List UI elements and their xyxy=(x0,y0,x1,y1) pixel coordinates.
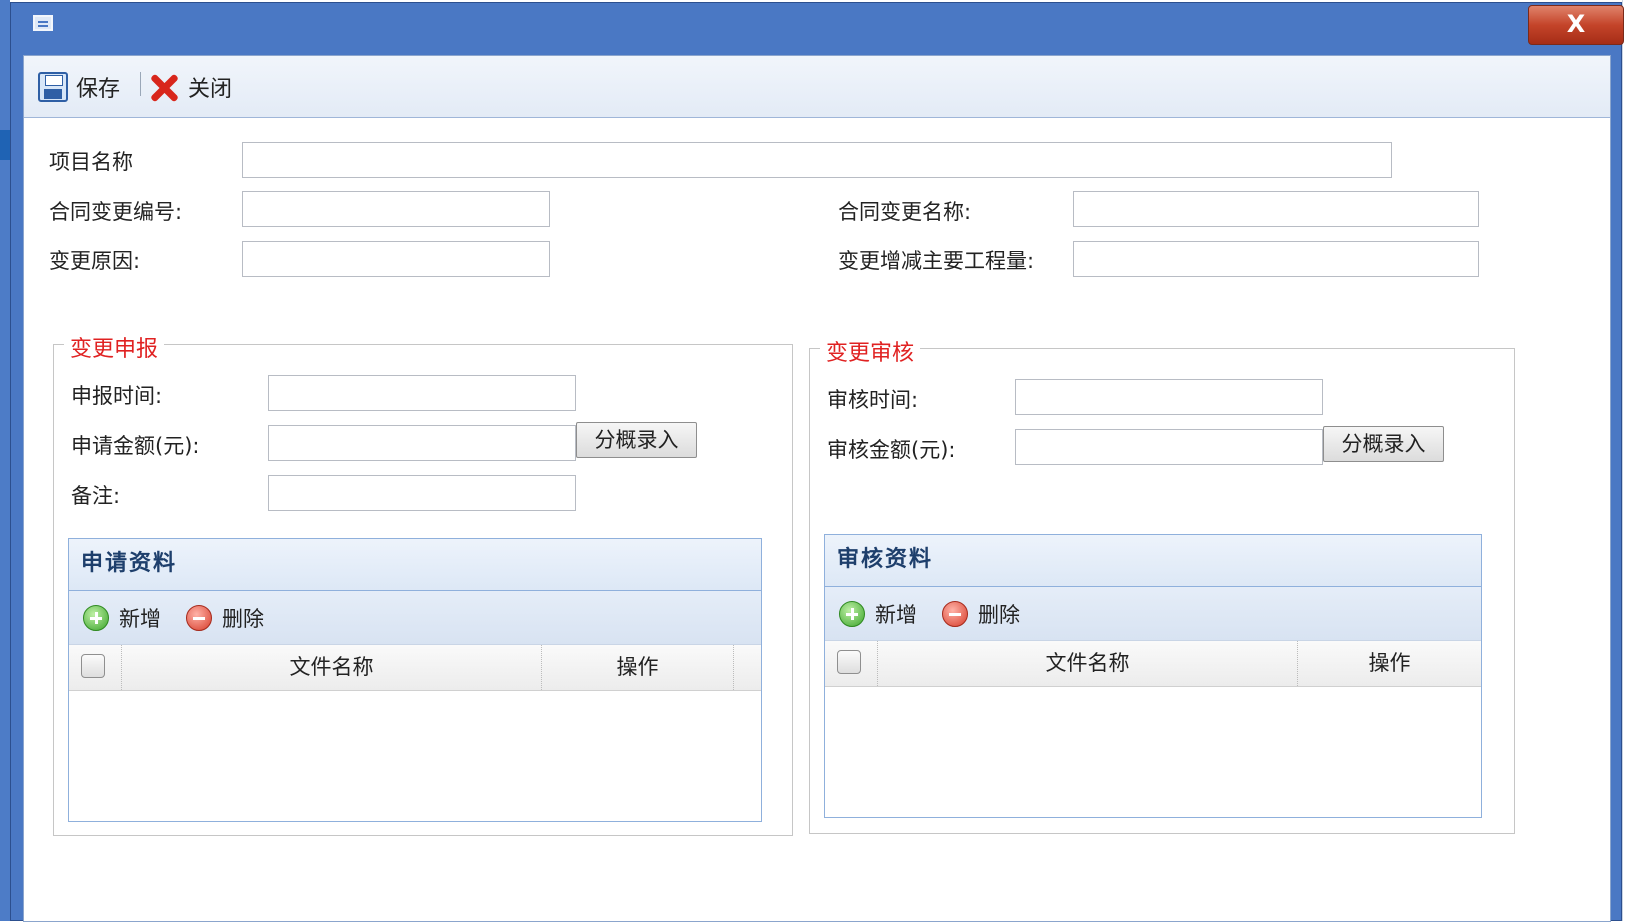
title-bar[interactable]: X xyxy=(11,3,1624,55)
project-name-input[interactable] xyxy=(242,142,1392,178)
apply-amount-input[interactable] xyxy=(268,425,576,461)
toolbar-separator xyxy=(140,72,141,96)
apply-select-all-checkbox[interactable] xyxy=(81,654,105,678)
save-button[interactable]: 保存 xyxy=(38,70,120,104)
apply-remark-label: 备注: xyxy=(71,484,121,508)
close-icon xyxy=(148,71,180,103)
change-no-label: 合同变更编号: xyxy=(49,200,183,224)
apply-amount-label: 申请金额(元): xyxy=(71,434,200,458)
review-legend: 变更审核 xyxy=(820,335,921,367)
apply-docs-panel: 申请资料 新增 删除 文件名称 操作 xyxy=(68,538,762,822)
review-delete-label: 删除 xyxy=(978,603,1020,627)
apply-time-input[interactable] xyxy=(268,375,576,411)
close-button[interactable]: 关闭 xyxy=(148,70,232,104)
add-icon xyxy=(83,605,109,631)
review-amount-label: 审核金额(元): xyxy=(827,438,956,462)
change-name-label: 合同变更名称: xyxy=(838,200,972,224)
window-close-button[interactable]: X xyxy=(1528,5,1624,45)
delete-icon xyxy=(186,605,212,631)
quantity-label: 变更增减主要工程量: xyxy=(838,249,1035,273)
apply-docs-toolbar: 新增 删除 xyxy=(69,591,761,645)
review-split-button[interactable]: 分概录入 xyxy=(1323,426,1444,462)
close-label: 关闭 xyxy=(188,77,233,102)
delete-icon xyxy=(942,601,968,627)
add-icon xyxy=(839,601,865,627)
review-add-label: 新增 xyxy=(875,603,917,627)
review-select-all-checkbox[interactable] xyxy=(837,650,861,674)
save-icon xyxy=(38,72,68,102)
review-docs-toolbar: 新增 删除 xyxy=(825,587,1481,641)
save-label: 保存 xyxy=(76,77,121,102)
review-col-action[interactable]: 操作 xyxy=(1297,641,1481,686)
apply-time-label: 申报时间: xyxy=(71,384,163,408)
apply-add-label: 新增 xyxy=(119,607,161,631)
apply-col-filename[interactable]: 文件名称 xyxy=(121,645,541,690)
background-right-strip xyxy=(1622,0,1650,921)
review-fieldset: 变更审核 审核时间: 审核金额(元): 分概录入 审核资料 新增 删除 文件名称… xyxy=(809,335,1515,834)
reason-input[interactable] xyxy=(242,241,550,277)
apply-grid-header: 文件名称 操作 xyxy=(69,645,761,691)
window-icon xyxy=(33,15,53,31)
close-x-icon: X xyxy=(1566,10,1586,38)
apply-col-action[interactable]: 操作 xyxy=(541,645,733,690)
apply-delete-button[interactable]: 删除 xyxy=(186,603,264,633)
review-amount-input[interactable] xyxy=(1015,429,1323,465)
apply-fieldset: 变更申报 申报时间: 申请金额(元): 分概录入 备注: 申请资料 新增 删除 xyxy=(53,331,793,836)
dialog-content: 保存 关闭 项目名称 合同变更编号: 合同变更名称: 变更原因: 变更增减主要工… xyxy=(23,55,1611,922)
review-time-label: 审核时间: xyxy=(827,388,919,412)
apply-col-spacer xyxy=(733,645,761,690)
apply-add-button[interactable]: 新增 xyxy=(83,603,161,633)
dialog-window: X 保存 关闭 项目名称 合同变更编号: 合同变更名称: 变更原因: 变更增减主… xyxy=(10,2,1624,922)
apply-split-button[interactable]: 分概录入 xyxy=(576,422,697,458)
background-left-strip xyxy=(0,0,10,921)
change-no-input[interactable] xyxy=(242,191,550,227)
review-delete-button[interactable]: 删除 xyxy=(942,599,1020,629)
review-time-input[interactable] xyxy=(1015,379,1323,415)
review-docs-panel: 审核资料 新增 删除 文件名称 操作 xyxy=(824,534,1482,818)
toolbar: 保存 关闭 xyxy=(24,56,1610,118)
project-name-label: 项目名称 xyxy=(49,150,133,174)
review-add-button[interactable]: 新增 xyxy=(839,599,917,629)
background-fragment xyxy=(0,130,10,160)
review-col-filename[interactable]: 文件名称 xyxy=(877,641,1297,686)
apply-docs-title: 申请资料 xyxy=(69,539,761,591)
apply-legend: 变更申报 xyxy=(64,331,165,363)
apply-delete-label: 删除 xyxy=(222,607,264,631)
review-grid-header: 文件名称 操作 xyxy=(825,641,1481,687)
apply-remark-input[interactable] xyxy=(268,475,576,511)
review-docs-title: 审核资料 xyxy=(825,535,1481,587)
reason-label: 变更原因: xyxy=(49,249,141,273)
quantity-input[interactable] xyxy=(1073,241,1479,277)
change-name-input[interactable] xyxy=(1073,191,1479,227)
